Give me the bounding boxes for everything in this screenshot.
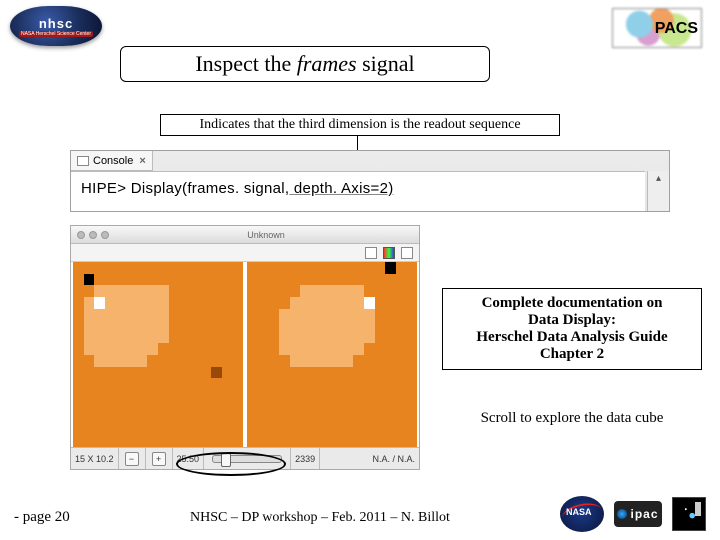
console-panel: Console × HIPE> Display(frames. signal, … (70, 150, 670, 212)
slide: nhsc NASA Herschel Science Center PACS I… (0, 0, 720, 540)
viewer-canvas[interactable] (71, 262, 419, 447)
title-pre: Inspect the (195, 51, 296, 76)
zoom-out-icon: − (125, 452, 139, 466)
slider-annotation-circle (176, 452, 286, 476)
title-post: signal (357, 51, 415, 76)
image-viewer-window: Unknown 15 X 10.2 − + 25.50 2339 N.A. / … (70, 225, 420, 470)
console-body[interactable]: HIPE> Display(frames. signal, depth. Axi… (71, 171, 645, 211)
heatmap-right (247, 262, 417, 447)
viewer-window-title: Unknown (113, 230, 419, 240)
zoom-out-button[interactable]: − (119, 448, 146, 469)
viewer-titlebar[interactable]: Unknown (71, 226, 419, 244)
status-na: N.A. / N.A. (368, 448, 419, 469)
nhsc-logo-sub: NASA Herschel Science Center (19, 31, 93, 37)
tool-colormap-icon[interactable] (383, 247, 395, 259)
scroll-up-icon[interactable]: ▴ (656, 171, 661, 184)
console-tab-label: Console (93, 155, 133, 167)
slide-title: Inspect the frames signal (120, 46, 490, 82)
status-frame: 2339 (291, 448, 320, 469)
doc-line2: Data Display: (528, 312, 616, 328)
tool-select-icon[interactable] (365, 247, 377, 259)
heatmap-left (73, 262, 243, 447)
traffic-light-zoom-icon[interactable] (101, 231, 109, 239)
ipac-label: ipac (630, 507, 658, 521)
pacs-label: PACS (655, 20, 698, 38)
page-number: - page 20 (14, 509, 70, 526)
nasa-logo-icon (560, 496, 604, 532)
nhsc-logo-text: nhsc (39, 16, 73, 31)
tool-histogram-icon[interactable] (401, 247, 413, 259)
console-scrollbar[interactable]: ▴ (647, 171, 669, 211)
close-icon[interactable]: × (139, 155, 145, 167)
documentation-callout: Complete documentation on Data Display: … (442, 288, 702, 370)
zoom-in-icon: + (152, 452, 166, 466)
console-cmd-1: Display(frames. signal, (126, 180, 289, 197)
footer-logos: ipac (560, 496, 706, 532)
traffic-light-close-icon[interactable] (77, 231, 85, 239)
title-em: frames (297, 51, 357, 76)
doc-line3: Herschel Data Analysis Guide (476, 329, 667, 345)
doc-line1: Complete documentation on (482, 295, 663, 311)
console-cmd-2: depth. Axis=2) (289, 180, 393, 197)
indicates-callout: Indicates that the third dimension is th… (160, 114, 560, 136)
pacs-badge: PACS (612, 8, 702, 48)
ipac-logo-icon: ipac (614, 501, 662, 527)
herschel-logo-icon (672, 497, 706, 531)
console-prompt: HIPE> (81, 180, 126, 197)
viewer-toolbar (71, 244, 419, 262)
console-tab[interactable]: Console × (71, 151, 153, 171)
zoom-in-button[interactable]: + (146, 448, 173, 469)
doc-line4: Chapter 2 (540, 346, 604, 362)
status-coord: 15 X 10.2 (71, 448, 119, 469)
console-icon (77, 156, 89, 166)
scroll-note: Scroll to explore the data cube (472, 410, 672, 427)
traffic-light-min-icon[interactable] (89, 231, 97, 239)
nhsc-logo: nhsc NASA Herschel Science Center (10, 6, 102, 46)
footer-text: NHSC – DP workshop – Feb. 2011 – N. Bill… (190, 510, 450, 526)
